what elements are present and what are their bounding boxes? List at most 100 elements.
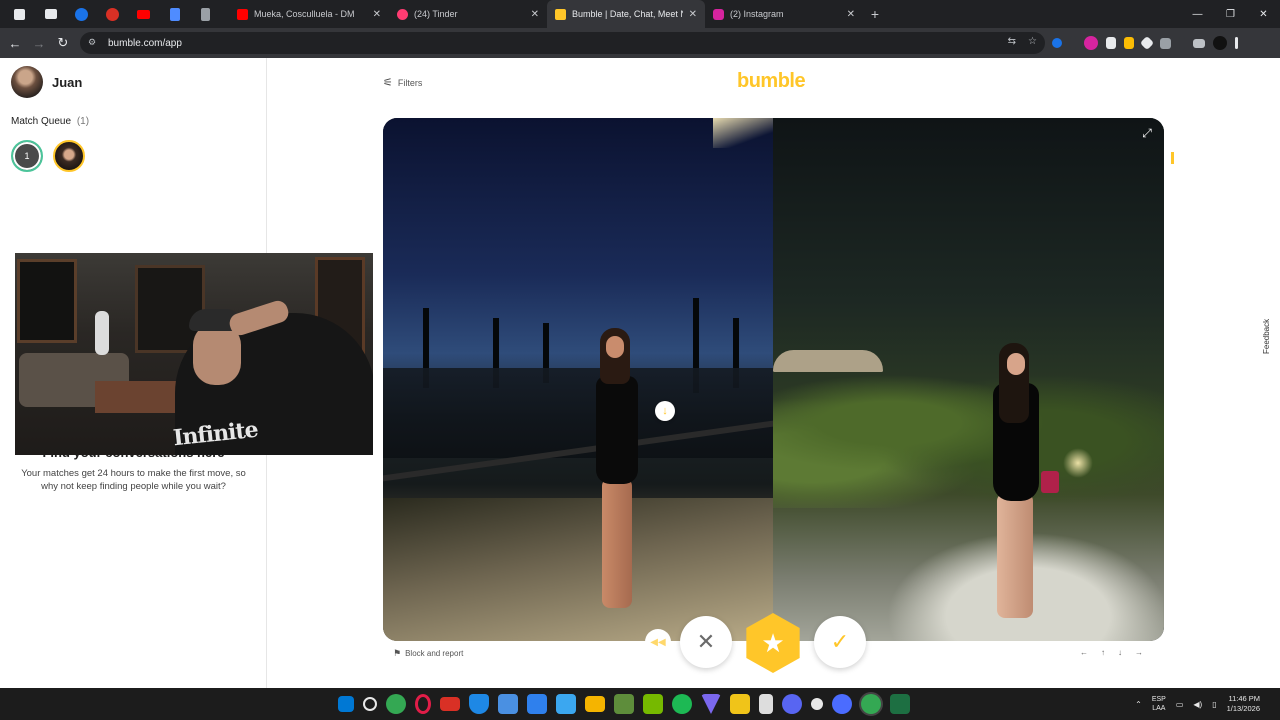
file-explorer-icon[interactable]	[585, 696, 605, 712]
clock[interactable]: 11:46 PM 1/13/2026	[1227, 694, 1260, 714]
reload-icon[interactable]: ↻	[51, 28, 75, 58]
minecraft-icon[interactable]	[614, 694, 634, 714]
arrow-down-icon[interactable]: ↓	[1118, 648, 1122, 657]
extension-icon[interactable]	[1070, 36, 1076, 50]
nvidia-icon[interactable]	[643, 694, 663, 714]
user-profile[interactable]: Juan	[11, 66, 82, 98]
extension-icon[interactable]	[1139, 35, 1155, 51]
pinned-tab[interactable]	[4, 0, 35, 28]
pinned-tab[interactable]	[66, 0, 97, 28]
match-queue-count-bubble[interactable]: 1	[11, 140, 43, 172]
webcam-window	[17, 259, 77, 343]
address-bar[interactable]: ⚙ bumble.com/app ⇆ ☆	[80, 32, 1045, 54]
close-window-icon[interactable]: ✕	[1247, 0, 1280, 28]
flag-app-icon[interactable]	[440, 697, 460, 711]
opera-icon[interactable]	[415, 694, 431, 714]
feedback-tab[interactable]: Feedback	[1262, 319, 1271, 354]
restore-icon[interactable]: ❐	[1214, 0, 1247, 28]
match-queue-avatar[interactable]	[53, 140, 85, 172]
arrow-left-icon[interactable]: ←	[1080, 648, 1088, 657]
battery-icon[interactable]: ▯	[1212, 700, 1216, 709]
puzzle-icon[interactable]	[1160, 37, 1171, 49]
tab-bumble[interactable]: Bumble | Date, Chat, Meet New ✕	[547, 0, 705, 28]
app-icon[interactable]	[811, 698, 823, 710]
excel-icon[interactable]	[890, 694, 910, 714]
profile-avatar-icon[interactable]	[1213, 36, 1227, 50]
star-icon: ★	[761, 627, 785, 658]
chevron-down-icon[interactable]: ↓	[655, 401, 675, 421]
window-controls: — ❐ ✕	[1181, 0, 1280, 28]
pinned-tab[interactable]	[128, 0, 159, 28]
tab-youtube[interactable]: Mueka, Cosculluela - DM ✕	[229, 0, 389, 28]
arrow-up-icon[interactable]: ↑	[1101, 648, 1105, 657]
empty-conversations-text: Your matches get 24 hours to make the fi…	[21, 468, 246, 492]
system-tray: ⌃ ESP LAA ▭ ◀) ▯ 11:46 PM 1/13/2026	[1135, 688, 1260, 720]
app-icon[interactable]	[556, 694, 576, 714]
close-tab-icon[interactable]: ✕	[373, 9, 381, 20]
extension-icon[interactable]	[1124, 37, 1134, 49]
forward-arrow-icon[interactable]: →	[27, 28, 51, 58]
arrow-right-icon[interactable]: →	[1135, 648, 1143, 657]
volume-icon[interactable]: ◀)	[1193, 700, 1202, 709]
windows-start-icon[interactable]	[338, 696, 354, 712]
app-icon[interactable]	[730, 694, 750, 714]
menu-dots-icon[interactable]	[1235, 37, 1238, 49]
window-icon	[44, 9, 57, 19]
pass-button[interactable]: ✕	[680, 616, 732, 668]
photos-icon[interactable]	[527, 694, 547, 714]
profile-card[interactable]: ↓ ⤢	[383, 118, 1164, 641]
network-icon[interactable]: ▭	[1176, 700, 1184, 709]
flag-icon: ⚑	[393, 648, 402, 658]
reading-list-icon[interactable]	[1193, 38, 1205, 48]
superswipe-button[interactable]: ★	[746, 613, 800, 673]
match-queue-label: Match Queue	[11, 116, 72, 127]
extension-icon[interactable]	[1179, 36, 1185, 50]
tab-instagram[interactable]: (2) Instagram ✕	[705, 0, 863, 28]
steam-icon[interactable]	[832, 694, 852, 714]
new-tab-button[interactable]: +	[863, 6, 887, 22]
browser-toolbar: ← → ↻ ⚙ bumble.com/app ⇆ ☆	[0, 28, 1280, 58]
pinned-tab[interactable]	[35, 0, 66, 28]
extension-icon[interactable]	[1084, 36, 1098, 50]
rewind-button[interactable]: ◀◀	[645, 629, 671, 655]
chrome-icon[interactable]	[861, 694, 881, 714]
translate-icon[interactable]: ⇆	[1008, 36, 1016, 47]
meta-icon	[169, 7, 180, 21]
profile-photo-left[interactable]: ↓	[383, 118, 773, 641]
close-tab-icon[interactable]: ✕	[847, 9, 855, 20]
search-icon[interactable]	[363, 697, 377, 711]
defender-icon[interactable]	[469, 694, 489, 714]
pinned-tabs	[0, 0, 221, 28]
extension-icon[interactable]	[1106, 37, 1116, 49]
filters-button[interactable]: ⚟ Filters	[383, 76, 422, 89]
block-and-report-link[interactable]: ⚑ Block and report	[393, 648, 463, 659]
url-text[interactable]: bumble.com/app	[108, 38, 182, 49]
pinned-tab[interactable]	[97, 0, 128, 28]
close-tab-icon[interactable]: ✕	[531, 9, 539, 20]
bookmark-star-icon[interactable]: ☆	[1028, 36, 1037, 47]
avatar[interactable]	[11, 66, 43, 98]
like-button[interactable]: ✓	[814, 616, 866, 668]
expand-icon[interactable]: ⤢	[1140, 126, 1154, 140]
tab-tinder[interactable]: (24) Tinder ✕	[389, 0, 547, 28]
chrome-icon[interactable]	[386, 694, 406, 714]
app-grid-icon	[14, 8, 25, 20]
app-icon[interactable]	[498, 694, 518, 714]
discord-icon[interactable]	[782, 694, 802, 714]
pinned-tab[interactable]	[159, 0, 190, 28]
chevron-up-icon[interactable]: ⌃	[1135, 700, 1142, 709]
extension-icon[interactable]	[1052, 38, 1062, 48]
language-indicator[interactable]: ESP LAA	[1152, 695, 1166, 713]
minimize-icon[interactable]: —	[1181, 0, 1214, 28]
profile-photo-right[interactable]	[773, 118, 1164, 641]
capcut-icon[interactable]	[759, 694, 773, 714]
site-info-icon[interactable]: ⚙	[88, 37, 100, 49]
user-name[interactable]: Juan	[52, 75, 82, 90]
person-figure	[588, 328, 648, 618]
vpn-icon[interactable]	[701, 694, 721, 714]
pinned-tab[interactable]	[190, 0, 221, 28]
spotify-icon[interactable]	[672, 694, 692, 714]
close-tab-icon[interactable]: ✕	[689, 9, 697, 20]
back-arrow-icon[interactable]: ←	[3, 28, 27, 58]
scroll-indicator	[1171, 152, 1174, 164]
